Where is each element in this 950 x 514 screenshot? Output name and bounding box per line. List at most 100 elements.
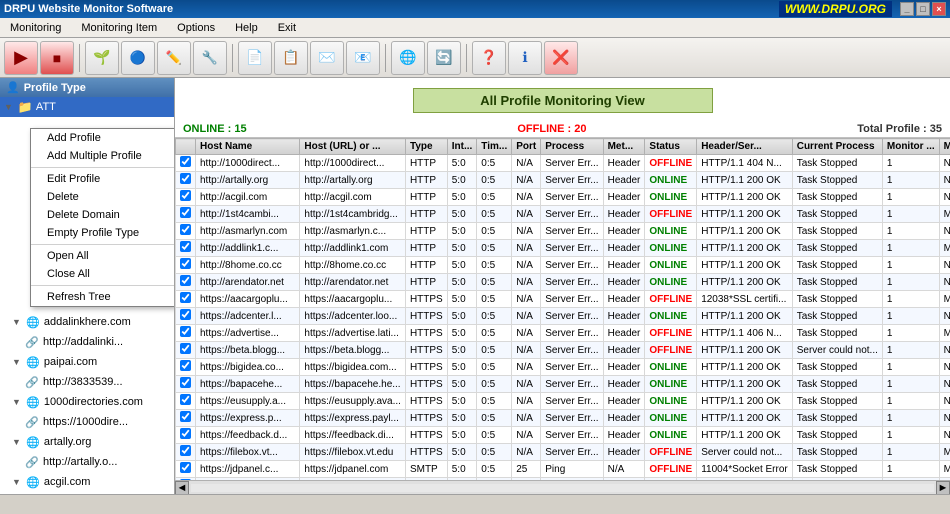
row-checkbox[interactable] — [180, 411, 191, 422]
mail2-button[interactable]: 📧 — [346, 41, 380, 75]
table-row[interactable]: https://advertise...https://advertise.la… — [176, 325, 950, 342]
row-checkbox[interactable] — [180, 360, 191, 371]
row-checkbox[interactable] — [180, 377, 191, 388]
ctx-open-all[interactable]: Open All — [31, 247, 174, 265]
add-green-button[interactable]: 🌱 — [85, 41, 119, 75]
table-row[interactable]: http://acgil.comhttp://acgil.comHTTP5:00… — [176, 189, 950, 206]
tools-button[interactable]: 🔧 — [193, 41, 227, 75]
row-checkbox[interactable] — [180, 258, 191, 269]
col-port[interactable]: Port — [512, 139, 541, 155]
table-row[interactable]: https://bigidea.co...https://bigidea.com… — [176, 359, 950, 376]
close-x-button[interactable]: ❌ — [544, 41, 578, 75]
table-row[interactable]: https://beta.blogg...https://beta.blogg.… — [176, 342, 950, 359]
menu-monitoring-item[interactable]: Monitoring Item — [75, 20, 163, 36]
row-checkbox[interactable] — [180, 207, 191, 218]
table-row[interactable]: https://eusupply.a...https://eusupply.av… — [176, 393, 950, 410]
minimize-button[interactable]: _ — [900, 2, 914, 16]
tree-label-addalinki: http://addalinki... — [43, 336, 123, 348]
col-met[interactable]: Met... — [603, 139, 645, 155]
col-monitor[interactable]: Monitor ... — [882, 139, 939, 155]
row-checkbox[interactable] — [180, 173, 191, 184]
menu-options[interactable]: Options — [171, 20, 221, 36]
col-check[interactable] — [176, 139, 196, 155]
close-button[interactable]: × — [932, 2, 946, 16]
refresh-button[interactable]: 🔄 — [427, 41, 461, 75]
tree-paipai[interactable]: ▼ 🌐 paipai.com — [0, 352, 174, 372]
row-checkbox[interactable] — [180, 275, 191, 286]
table-row[interactable]: https://bapacehe...https://bapacehe.he..… — [176, 376, 950, 393]
row-checkbox[interactable] — [180, 326, 191, 337]
edit-button[interactable]: ✏️ — [157, 41, 191, 75]
col-mail[interactable]: Mail Notification — [939, 139, 950, 155]
doc2-button[interactable]: 📋 — [274, 41, 308, 75]
add-blue-button[interactable]: 🔵 — [121, 41, 155, 75]
stop-button[interactable]: ■ — [40, 41, 74, 75]
col-process[interactable]: Process — [541, 139, 603, 155]
row-checkbox[interactable] — [180, 190, 191, 201]
play-button[interactable]: ▶ — [4, 41, 38, 75]
row-checkbox[interactable] — [180, 241, 191, 252]
ctx-refresh-tree[interactable]: Refresh Tree — [31, 288, 174, 306]
row-checkbox[interactable] — [180, 309, 191, 320]
tree-urlartally[interactable]: 🔗 http://artally.o... — [0, 452, 174, 472]
table-row[interactable]: https://jdpanel.c...https://jdpanel.comS… — [176, 461, 950, 478]
row-checkbox[interactable] — [180, 343, 191, 354]
globe-button[interactable]: 🌐 — [391, 41, 425, 75]
row-checkbox[interactable] — [180, 445, 191, 456]
table-container[interactable]: Host Name Host (URL) or ... Type Int... … — [175, 137, 950, 480]
col-tim[interactable]: Tim... — [477, 139, 512, 155]
hscroll-right[interactable]: ► — [936, 481, 950, 495]
tree-urlacgil[interactable]: 🔗 https://acgil.co... — [0, 492, 174, 494]
table-row[interactable]: https://adcenter.l...https://adcenter.lo… — [176, 308, 950, 325]
col-current[interactable]: Current Process — [792, 139, 882, 155]
tree-artally[interactable]: ▼ 🌐 artally.org — [0, 432, 174, 452]
menu-exit[interactable]: Exit — [272, 20, 302, 36]
table-row[interactable]: http://8home.co.cchttp://8home.co.ccHTTP… — [176, 257, 950, 274]
tree-url1000dire[interactable]: 🔗 https://1000dire... — [0, 412, 174, 432]
row-checkbox[interactable] — [180, 224, 191, 235]
ctx-delete[interactable]: Delete — [31, 188, 174, 206]
col-int[interactable]: Int... — [447, 139, 477, 155]
doc-button[interactable]: 📄 — [238, 41, 272, 75]
ctx-add-multiple-profile[interactable]: Add Multiple Profile — [31, 147, 174, 165]
table-row[interactable]: http://1000direct...http://1000direct...… — [176, 155, 950, 172]
col-header[interactable]: Header/Ser... — [697, 139, 793, 155]
site-icon-paipai: 🌐 — [25, 354, 41, 370]
table-row[interactable]: http://asmarlyn.comhttp://asmarlyn.c...H… — [176, 223, 950, 240]
tree-3833539[interactable]: 🔗 http://3833539... — [0, 372, 174, 392]
table-row[interactable]: https://aacargoplu...https://aacargoplu.… — [176, 291, 950, 308]
col-url[interactable]: Host (URL) or ... — [300, 139, 406, 155]
info-button[interactable]: ℹ — [508, 41, 542, 75]
row-checkbox[interactable] — [180, 156, 191, 167]
table-row[interactable]: http://artally.orghttp://artally.orgHTTP… — [176, 172, 950, 189]
hscroll-left[interactable]: ◄ — [175, 481, 189, 495]
row-checkbox[interactable] — [180, 462, 191, 473]
table-row[interactable]: https://feedback.d...https://feedback.di… — [176, 427, 950, 444]
row-checkbox[interactable] — [180, 428, 191, 439]
col-type[interactable]: Type — [405, 139, 447, 155]
table-row[interactable]: https://filebox.vt...https://filebox.vt.… — [176, 444, 950, 461]
sidebar-item-att[interactable]: ▼ 📁 ATT — [0, 97, 174, 117]
ctx-close-all[interactable]: Close All — [31, 265, 174, 283]
tree-addalinkhere[interactable]: ▼ 🌐 addalinkhere.com — [0, 312, 174, 332]
maximize-button[interactable]: □ — [916, 2, 930, 16]
tree-addalinki[interactable]: 🔗 http://addalinki... — [0, 332, 174, 352]
table-row[interactable]: https://express.p...https://express.payl… — [176, 410, 950, 427]
row-checkbox[interactable] — [180, 292, 191, 303]
help-button[interactable]: ❓ — [472, 41, 506, 75]
menu-monitoring[interactable]: Monitoring — [4, 20, 67, 36]
ctx-edit-profile[interactable]: Edit Profile — [31, 170, 174, 188]
table-row[interactable]: http://addlink1.c...http://addlink1.comH… — [176, 240, 950, 257]
tree-1000directories[interactable]: ▼ 🌐 1000directories.com — [0, 392, 174, 412]
ctx-delete-domain[interactable]: Delete Domain — [31, 206, 174, 224]
col-hostname[interactable]: Host Name — [196, 139, 300, 155]
table-row[interactable]: http://arendator.nethttp://arendator.net… — [176, 274, 950, 291]
col-status[interactable]: Status — [645, 139, 697, 155]
tree-acgil[interactable]: ▼ 🌐 acgil.com — [0, 472, 174, 492]
row-checkbox[interactable] — [180, 394, 191, 405]
table-row[interactable]: http://1st4cambi...http://1st4cambridg..… — [176, 206, 950, 223]
mail-button[interactable]: ✉️ — [310, 41, 344, 75]
menu-help[interactable]: Help — [229, 20, 264, 36]
ctx-empty-profile-type[interactable]: Empty Profile Type — [31, 224, 174, 242]
ctx-add-profile[interactable]: Add Profile — [31, 129, 174, 147]
